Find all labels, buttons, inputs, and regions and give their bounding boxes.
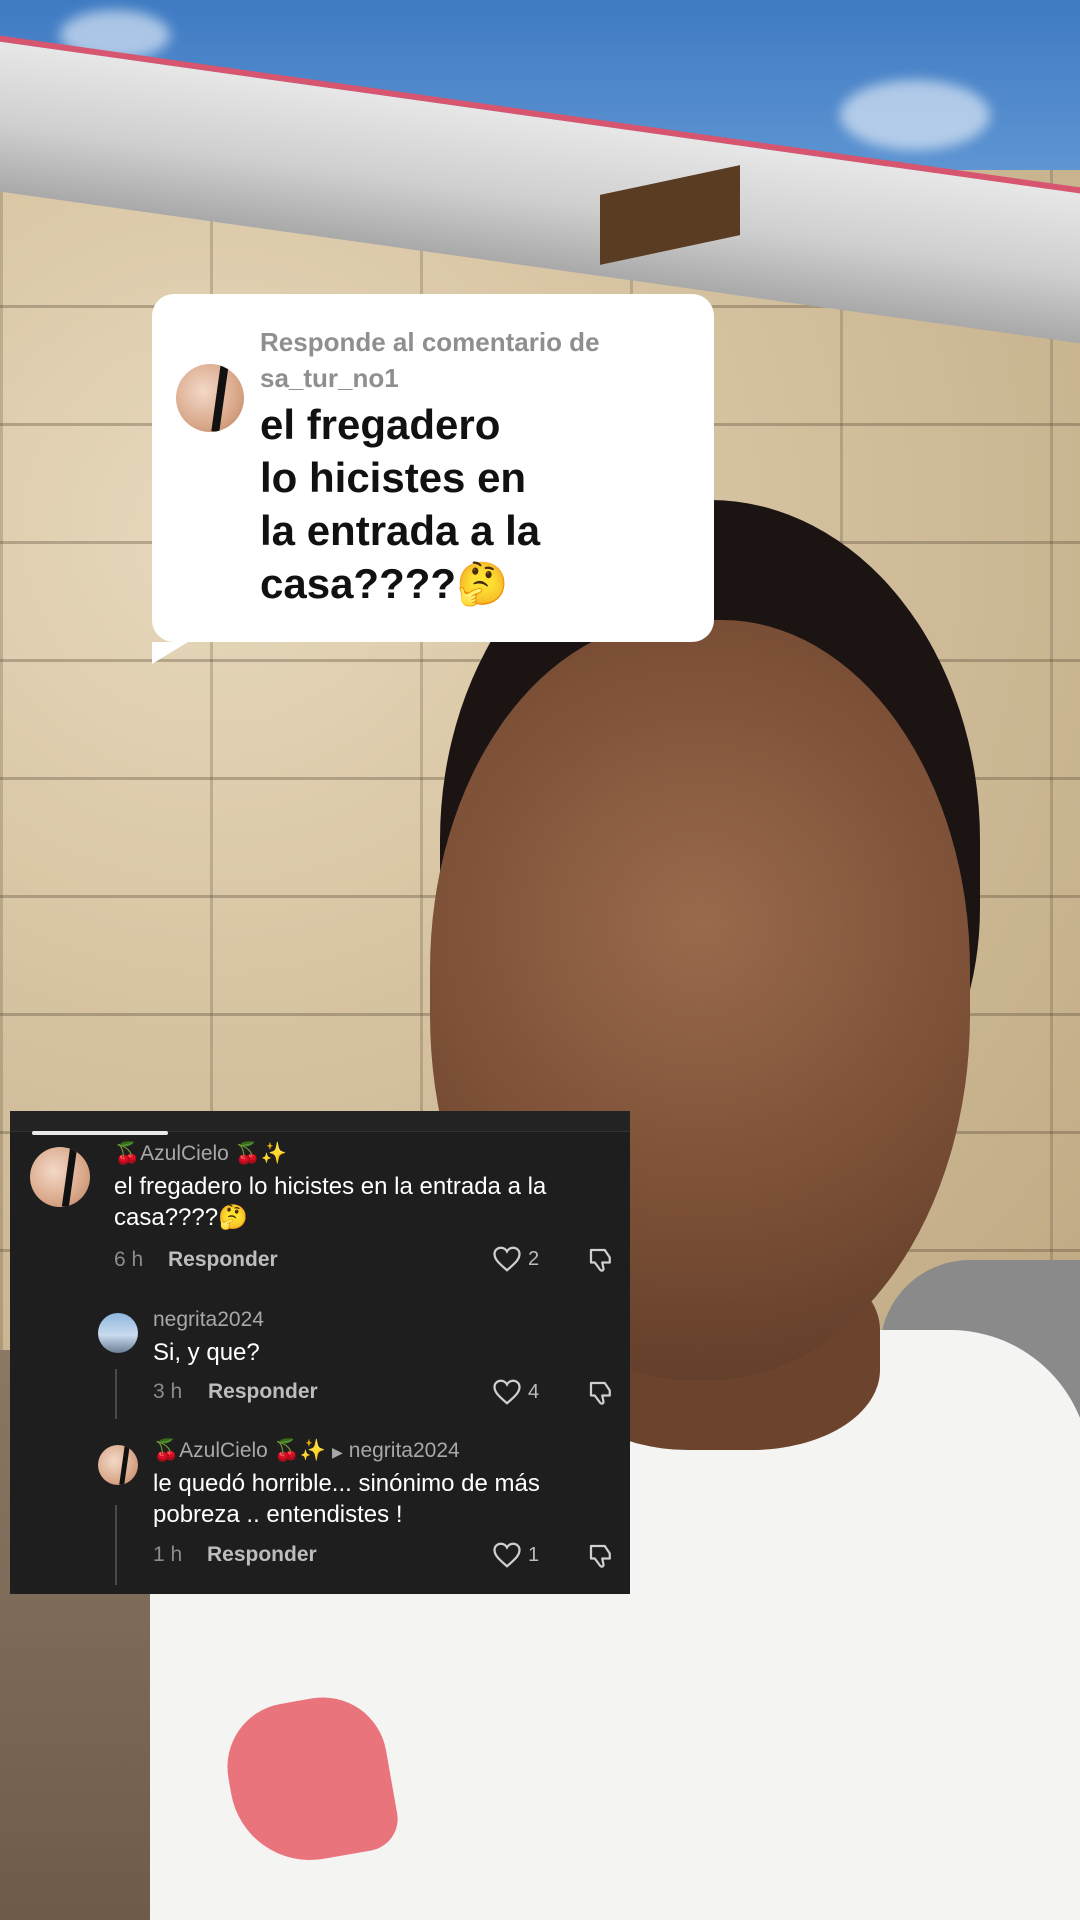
scroll-indicator[interactable]	[32, 1131, 168, 1135]
like-count: 4	[528, 1380, 540, 1403]
avatar	[176, 364, 244, 432]
thumbs-down-icon	[589, 1544, 611, 1568]
comment-username-author[interactable]: 🍒AzulCielo 🍒✨	[153, 1439, 326, 1462]
thumbs-down-icon	[589, 1381, 611, 1405]
reply-button[interactable]: Responder	[208, 1379, 318, 1405]
avatar[interactable]	[98, 1313, 138, 1353]
video-background	[0, 0, 1080, 1920]
cloud	[840, 80, 990, 150]
thread-line	[115, 1505, 117, 1585]
comment-username[interactable]: negrita2024	[153, 1307, 264, 1333]
comment-reply-target[interactable]: negrita2024	[349, 1439, 460, 1462]
comment-username[interactable]: 🍒AzulCielo 🍒✨	[114, 1141, 287, 1167]
avatar[interactable]	[98, 1445, 138, 1485]
dislike-button[interactable]	[586, 1378, 616, 1408]
like-button[interactable]: 2	[492, 1245, 539, 1273]
comment-username[interactable]: 🍒AzulCielo 🍒✨ ▶ negrita2024	[153, 1438, 460, 1465]
comment-time: 3 h	[153, 1380, 183, 1403]
reply-sticker-header: Responde al comentario de sa_tur_no1	[260, 327, 600, 393]
reply-button[interactable]: Responder	[207, 1542, 317, 1568]
heart-outline-icon	[493, 1542, 521, 1568]
comments-panel: 🍒AzulCielo 🍒✨ el fregadero lo hicistes e…	[10, 1111, 630, 1594]
like-button[interactable]: 1	[492, 1541, 539, 1569]
panel-header-strip	[10, 1111, 630, 1132]
dislike-button[interactable]	[586, 1541, 616, 1571]
reply-button[interactable]: Responder	[168, 1247, 278, 1273]
reply-sticker-text: el fregadero lo hicistes en la entrada a…	[260, 401, 541, 607]
heart-outline-icon	[493, 1379, 521, 1405]
thumbs-down-icon	[589, 1248, 611, 1272]
comment-time: 6 h	[114, 1248, 144, 1271]
like-count: 1	[528, 1543, 540, 1566]
dislike-button[interactable]	[586, 1245, 616, 1275]
triangle-right-icon: ▶	[331, 1444, 343, 1460]
comment-text: Si, y que?	[153, 1339, 260, 1366]
like-button[interactable]: 4	[492, 1378, 539, 1406]
thread-line	[115, 1369, 117, 1419]
comment-time: 1 h	[153, 1543, 183, 1566]
comment-text: le quedó horrible... sinónimo de más pob…	[153, 1470, 540, 1528]
comment-text: el fregadero lo hicistes en la entrada a…	[114, 1173, 547, 1231]
heart-outline-icon	[493, 1246, 521, 1272]
avatar[interactable]	[30, 1147, 90, 1207]
reply-comment-sticker[interactable]: Responde al comentario de sa_tur_no1 el …	[152, 294, 714, 664]
like-count: 2	[528, 1247, 540, 1270]
